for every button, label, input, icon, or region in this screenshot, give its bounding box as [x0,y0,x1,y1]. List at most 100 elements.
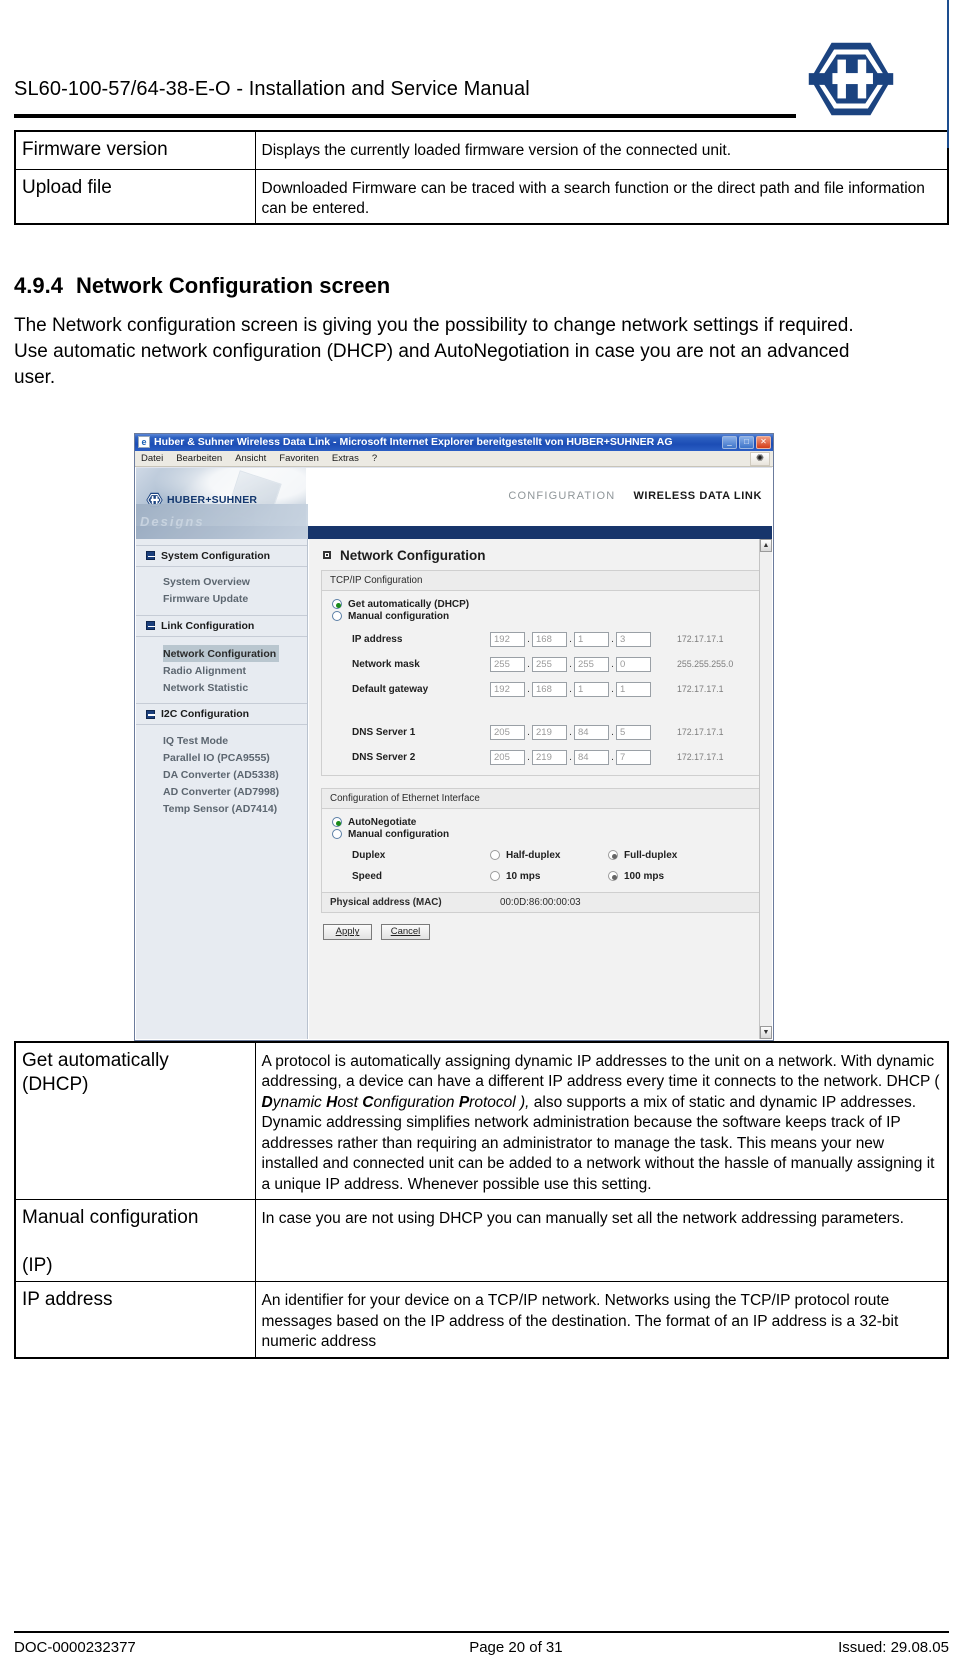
footer-issued-date: Issued: 29.08.05 [838,1639,949,1656]
octet-group: 192 . 168 . 1 . 3 [490,631,651,647]
dhcp-manual-row[interactable]: Manual configuration [332,611,751,622]
sidebar-item-ad-converter[interactable]: AD Converter (AD7998) [136,783,307,800]
autonegotiate-row[interactable]: AutoNegotiate [332,817,751,828]
sidebar-group-i2c-configuration[interactable]: I2C Configuration [136,703,307,726]
ethernet-legend: Configuration of Ethernet Interface [321,787,760,808]
sidebar-item-radio-alignment[interactable]: Radio Alignment [136,662,307,679]
brand-right: CONFIGURATION WIRELESS DATA LINK [508,490,762,502]
section-heading: 4.9.4 Network Configuration screen [14,273,967,299]
radio-10mps-label: 10 mps [506,870,541,882]
ip-octet-4[interactable]: 3 [616,631,651,647]
ip-octet-3[interactable]: 1 [574,631,609,647]
dns1-octet-3[interactable]: 84 [574,724,609,740]
collapse-minus-icon[interactable] [146,621,155,631]
ethernet-manual-row[interactable]: Manual configuration [332,829,751,840]
gw-octet-3[interactable]: 1 [574,681,609,697]
content-scrollbar[interactable]: ▲ ▼ [759,538,772,1039]
menu-item-help[interactable]: ? [372,453,377,464]
sidebar-item-da-converter[interactable]: DA Converter (AD5338) [136,766,307,783]
term-line-1: Manual configuration [22,1207,199,1229]
sidebar-item-system-overview[interactable]: System Overview [136,574,307,591]
brand-configuration-label: CONFIGURATION [508,489,616,502]
mac-label: Physical address (MAC) [330,896,442,908]
option-100-mps[interactable]: 100 mps [608,871,726,882]
field-ip-address: IP address 192 . 168 . 1 . 3 172.17.17.1 [330,631,751,647]
maximize-button[interactable]: □ [739,435,754,449]
page-footer: DOC-0000232377 Page 20 of 31 Issued: 29.… [0,1627,967,1679]
octet-dot: . [527,683,530,695]
page-title: SL60-100-57/64-38-E-O - Installation and… [14,78,530,100]
menu-item-extras[interactable]: Extras [332,453,359,464]
scroll-down-arrow-icon[interactable]: ▼ [760,1025,772,1039]
sidebar-item-temp-sensor[interactable]: Temp Sensor (AD7414) [136,800,307,817]
dns2-octet-3[interactable]: 84 [574,749,609,765]
field-label: DNS Server 2 [352,751,416,763]
term-cell: Get automatically (DHCP) [14,1041,256,1201]
gw-octet-1[interactable]: 192 [490,681,525,697]
mask-octet-4[interactable]: 0 [616,656,651,672]
option-10-mps[interactable]: 10 mps [490,871,608,882]
menu-item-bearbeiten[interactable]: Bearbeiten [176,453,222,464]
tcpip-legend: TCP/IP Configuration [321,569,760,590]
mac-address-row: Physical address (MAC) 00:0D:86:00:00:03 [321,892,760,913]
radio-dhcp-manual-icon[interactable] [332,611,342,622]
minimize-button[interactable]: _ [722,435,737,449]
option-full-duplex[interactable]: Full-duplex [608,850,726,861]
header-accent-line [947,0,949,148]
octet-dot: . [611,726,614,738]
mask-octet-3[interactable]: 255 [574,656,609,672]
sidebar-group-system-configuration[interactable]: System Configuration [136,544,307,567]
radio-10mps-icon[interactable] [490,871,500,882]
dns1-octet-1[interactable]: 205 [490,724,525,740]
mask-octet-1[interactable]: 255 [490,656,525,672]
apply-button[interactable]: Apply [323,923,372,940]
mask-octet-2[interactable]: 255 [532,656,567,672]
sidebar-item-firmware-update[interactable]: Firmware Update [136,591,307,608]
radio-full-duplex-icon[interactable] [608,850,618,861]
cancel-button[interactable]: Cancel [381,923,430,940]
sidebar-item-network-configuration[interactable]: Network Configuration [163,645,280,663]
radio-autonegotiate-icon[interactable] [332,817,342,828]
ip-octet-2[interactable]: 168 [532,631,567,647]
field-network-mask: Network mask 255 . 255 . 255 . 0 255.255… [330,656,751,672]
dns1-octet-4[interactable]: 5 [616,724,651,740]
main-content: Network Configuration TCP/IP Configurati… [308,538,772,1039]
sidebar-item-iq-test-mode[interactable]: IQ Test Mode [136,732,307,749]
dns1-octet-2[interactable]: 219 [532,724,567,740]
menu-item-ansicht[interactable]: Ansicht [235,453,266,464]
radio-dhcp-auto-icon[interactable] [332,599,342,610]
close-button[interactable]: ✕ [756,435,771,449]
octet-dot: . [527,751,530,763]
dhcp-auto-row[interactable]: Get automatically (DHCP) [332,599,751,610]
sidebar-item-network-statistic[interactable]: Network Statistic [136,679,307,696]
tcpip-group: Get automatically (DHCP) Manual configur… [321,589,760,776]
field-default-gateway: Default gateway 192 . 168 . 1 . 1 172.17… [330,681,751,697]
description-cell: An identifier for your device on a TCP/I… [254,1281,949,1359]
radio-ethernet-manual-icon[interactable] [332,829,342,840]
desc-part: ynamic [272,1093,327,1111]
description-cell: Downloaded Firmware can be traced with a… [254,168,949,225]
desc-part: H [326,1093,338,1111]
table-row: Get automatically (DHCP) A protocol is a… [14,1041,949,1201]
radio-100mps-icon[interactable] [608,871,618,882]
option-half-duplex[interactable]: Half-duplex [490,850,608,861]
dns2-octet-1[interactable]: 205 [490,749,525,765]
radio-half-duplex-icon[interactable] [490,850,500,861]
collapse-minus-icon[interactable] [146,551,155,561]
menu-item-datei[interactable]: Datei [141,453,163,464]
menu-item-favoriten[interactable]: Favoriten [279,453,319,464]
scroll-up-arrow-icon[interactable]: ▲ [760,538,772,552]
dns2-octet-2[interactable]: 219 [532,749,567,765]
term-cell: Firmware version [14,130,256,170]
radio-100mps-label: 100 mps [624,870,665,882]
dns2-octet-4[interactable]: 7 [616,749,651,765]
collapse-minus-icon[interactable] [146,709,155,719]
gw-octet-4[interactable]: 1 [616,681,651,697]
sidebar-group-link-configuration[interactable]: Link Configuration [136,614,307,637]
gw-octet-2[interactable]: 168 [532,681,567,697]
sidebar-item-parallel-io[interactable]: Parallel IO (PCA9555) [136,749,307,766]
ip-octet-1[interactable]: 192 [490,631,525,647]
